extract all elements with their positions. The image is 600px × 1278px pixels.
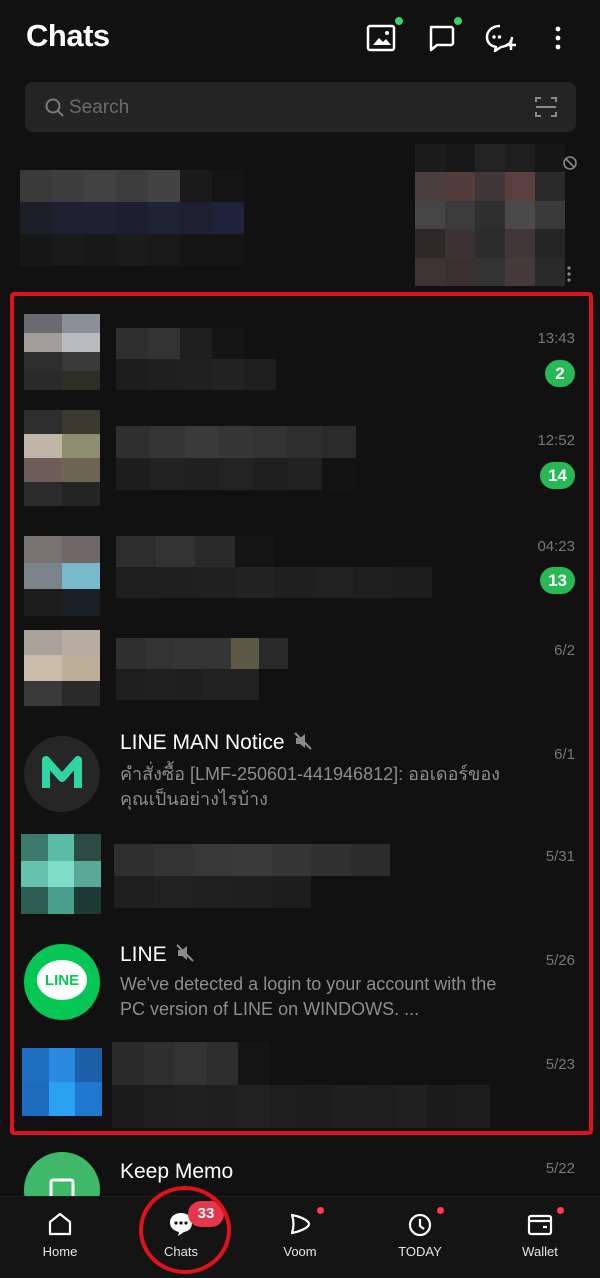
search-input[interactable]: Search <box>69 97 129 119</box>
mute-icon <box>293 732 312 750</box>
qr-scan-icon[interactable] <box>534 95 558 119</box>
nav-home[interactable]: Home <box>5 1197 115 1278</box>
chat-time: 5/26 <box>545 952 575 969</box>
notification-dot <box>317 1207 324 1214</box>
nav-home-label: Home <box>42 1244 78 1259</box>
more-vertical-icon[interactable] <box>540 20 576 56</box>
avatar <box>22 1048 102 1116</box>
app-root: Chats Search 13:43 2 12:52 14 04:23 13 6… <box>0 0 600 1278</box>
nav-voom[interactable]: Voom <box>245 1197 355 1278</box>
unread-badge: 2 <box>545 360 575 387</box>
mute-icon <box>175 944 194 962</box>
chat-message: We've detected a login to your account w… <box>120 974 497 1019</box>
nav-wallet-label: Wallet <box>522 1244 558 1259</box>
chat-time: 6/1 <box>554 746 575 763</box>
chat-time: 12:52 <box>537 432 575 449</box>
line-man-logo <box>24 736 100 812</box>
chat-time: 5/31 <box>545 848 575 865</box>
chat-time: 5/23 <box>545 1056 575 1073</box>
voom-play-icon <box>290 1213 311 1235</box>
chat-name: LINE MAN Notice <box>120 731 313 755</box>
keep-memo-icon <box>24 1152 100 1196</box>
header: Chats <box>0 0 600 80</box>
line-logo: LINE <box>24 944 100 1020</box>
chat-time: 13:43 <box>537 330 575 347</box>
search-bar[interactable]: Search <box>25 82 576 132</box>
search-icon <box>45 98 64 117</box>
chat-time: 5/22 <box>545 1160 575 1177</box>
chat-row-line[interactable]: LINE LINE We've detected a login to your… <box>0 938 600 1044</box>
square-chat-icon[interactable] <box>423 17 462 56</box>
avatar <box>24 630 100 706</box>
avatar <box>21 834 101 914</box>
notification-dot <box>454 17 462 25</box>
banner-ad[interactable] <box>20 170 244 266</box>
chat-name-blurred <box>112 1042 522 1128</box>
chat-row[interactable]: 6/2 <box>0 616 600 720</box>
chat-name: LINE <box>120 943 195 967</box>
chat-row[interactable]: 04:23 13 <box>0 512 600 616</box>
chat-name-blurred <box>116 536 432 598</box>
svg-text:LINE: LINE <box>45 972 79 989</box>
ad-more-icon[interactable] <box>564 265 574 283</box>
nav-voom-label: Voom <box>283 1244 317 1259</box>
notification-dot <box>395 17 403 25</box>
unread-badge: 14 <box>540 462 575 489</box>
highlight-annotation-circle <box>139 1186 231 1274</box>
banner-image[interactable] <box>415 144 565 286</box>
bottom-navigation: Home Chats Voom TODAY Wallet <box>0 1196 600 1278</box>
notification-dot <box>437 1207 444 1214</box>
chat-row[interactable]: 5/23 <box>0 1042 600 1134</box>
image-add-icon[interactable] <box>364 17 403 56</box>
nav-today-label: TODAY <box>398 1244 442 1259</box>
nav-today[interactable]: TODAY <box>365 1197 475 1278</box>
chat-time: 04:23 <box>537 538 575 555</box>
home-icon <box>48 1212 72 1236</box>
avatar <box>24 314 100 390</box>
chat-name-blurred <box>116 328 276 390</box>
wallet-icon <box>527 1214 553 1236</box>
chat-name-blurred <box>114 844 390 908</box>
new-chat-icon[interactable] <box>482 20 518 56</box>
chat-time: 6/2 <box>554 642 575 659</box>
chat-row[interactable]: 13:43 2 <box>0 300 600 406</box>
chat-name-blurred <box>116 426 356 490</box>
today-icon <box>408 1213 432 1237</box>
hide-ad-icon[interactable] <box>562 155 578 171</box>
chat-row-line-man-notice[interactable]: LINE MAN Notice คำสั่งซื้อ [LMF-250601-4… <box>0 720 600 832</box>
chat-name: Keep Memo <box>120 1160 234 1183</box>
avatar <box>24 536 100 616</box>
chat-row[interactable]: 12:52 14 <box>0 406 600 512</box>
nav-wallet[interactable]: Wallet <box>485 1197 595 1278</box>
chat-row[interactable]: 5/31 <box>0 832 600 938</box>
chat-row-keep-memo[interactable]: Keep Memo 5/22 <box>0 1148 600 1196</box>
unread-badge: 13 <box>540 567 575 594</box>
page-title: Chats <box>26 18 110 53</box>
chat-message: คำสั่งซื้อ [LMF-250601-441946812]: ออเดอ… <box>120 764 500 809</box>
avatar <box>24 410 100 506</box>
chat-name-blurred <box>116 638 288 700</box>
notification-dot <box>557 1207 564 1214</box>
